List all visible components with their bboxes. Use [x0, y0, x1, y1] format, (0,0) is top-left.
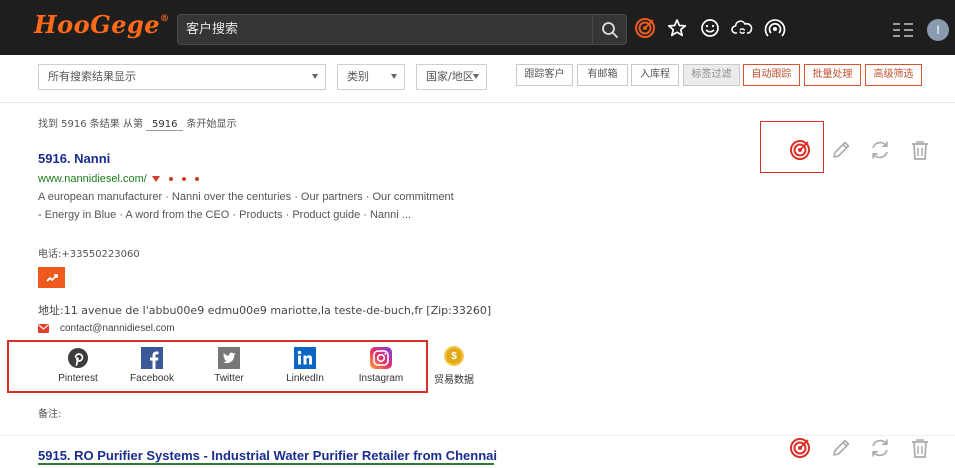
result-phone: 电话:+33550223060	[38, 249, 140, 260]
pinterest-link[interactable]: Pinterest	[43, 347, 113, 384]
chevron-down-icon	[312, 74, 318, 79]
search-input[interactable]	[178, 15, 594, 44]
search-button[interactable]	[592, 15, 626, 44]
followed-customers-button[interactable]: 跟踪客户	[516, 64, 573, 86]
smiley-icon[interactable]	[699, 17, 721, 39]
facebook-icon	[141, 347, 163, 369]
trash-icon[interactable]	[907, 435, 933, 461]
instagram-link[interactable]: Instagram	[346, 347, 416, 384]
track-target-icon[interactable]	[787, 137, 813, 163]
coin-icon: $	[444, 346, 464, 366]
has-mailbox-button[interactable]: 有邮箱	[577, 64, 628, 86]
star-icon[interactable]	[666, 17, 688, 39]
avatar[interactable]: I	[927, 19, 949, 41]
dot-icon	[168, 177, 173, 181]
trade-data-link[interactable]: $ 贸易数据	[432, 346, 476, 386]
logo[interactable]: HooGege®	[34, 10, 170, 39]
result-note[interactable]: 备注:	[38, 405, 61, 420]
result-description: A european manufacturer · Nanni over the…	[38, 191, 454, 221]
edit-pencil-icon[interactable]	[828, 137, 854, 163]
advanced-search-button[interactable]: 高级筛选	[865, 64, 922, 86]
result-email[interactable]: contact@nannidiesel.com	[38, 323, 175, 334]
mail-icon	[38, 324, 49, 333]
result-title-link[interactable]: 5916. Nanni	[38, 151, 110, 166]
trash-icon[interactable]	[907, 137, 933, 163]
batch-process-button[interactable]: 批量处理	[804, 64, 861, 86]
social-links-box: Pinterest Facebook Twitter LinkedIn Inst…	[7, 340, 428, 393]
category-select[interactable]: 类别	[337, 64, 405, 90]
facebook-link[interactable]: Facebook	[117, 347, 187, 384]
whatsapp-tag-icon[interactable]	[38, 267, 65, 288]
filter-bar: 所有搜索结果显示 类别 国家/地区 跟踪客户 有邮箱 入库程 标签过滤 自动跟踪…	[0, 55, 955, 103]
chevron-down-icon	[391, 74, 397, 79]
instagram-icon	[370, 347, 392, 369]
dot-icon	[181, 177, 186, 181]
linkedin-link[interactable]: LinkedIn	[270, 347, 340, 384]
url-underline	[38, 463, 494, 465]
search-icon	[601, 21, 618, 38]
grid-menu-icon[interactable]	[892, 19, 914, 41]
auto-tracking-button[interactable]: 自动跟踪	[743, 64, 800, 86]
contact-button[interactable]: 入库程	[631, 64, 679, 86]
pinterest-icon	[68, 348, 88, 368]
dot-icon	[194, 177, 199, 181]
target-icon[interactable]	[634, 17, 656, 39]
twitter-link[interactable]: Twitter	[194, 347, 264, 384]
refresh-icon[interactable]	[867, 435, 893, 461]
broadcast-icon[interactable]	[764, 17, 786, 39]
dropdown-triangle-icon[interactable]	[151, 176, 160, 182]
refresh-icon[interactable]	[867, 137, 893, 163]
tag-filter-button[interactable]: 标签过滤	[683, 64, 740, 86]
linkedin-icon	[294, 347, 316, 369]
chevron-down-icon	[473, 74, 479, 79]
start-page-input[interactable]: 5916	[146, 119, 184, 131]
results-display-select[interactable]: 所有搜索结果显示	[38, 64, 326, 90]
twitter-icon	[218, 347, 240, 369]
cloud-sync-icon[interactable]	[731, 17, 753, 39]
result-url[interactable]: www.nannidiesel.com/	[38, 173, 199, 185]
search-box	[177, 14, 627, 45]
region-select[interactable]: 国家/地区	[416, 64, 487, 90]
top-bar: HooGege® I	[0, 0, 955, 55]
result-title-link[interactable]: 5915. RO Purifier Systems - Industrial W…	[38, 448, 497, 463]
edit-pencil-icon[interactable]	[828, 435, 854, 461]
track-target-icon[interactable]	[787, 435, 813, 461]
results-count: 找到 5916 条结果 从第 5916 条开始显示	[38, 119, 237, 131]
result-address: 地址:11 avenue de l'abbu00e9 edmu00e9 mari…	[38, 304, 492, 317]
